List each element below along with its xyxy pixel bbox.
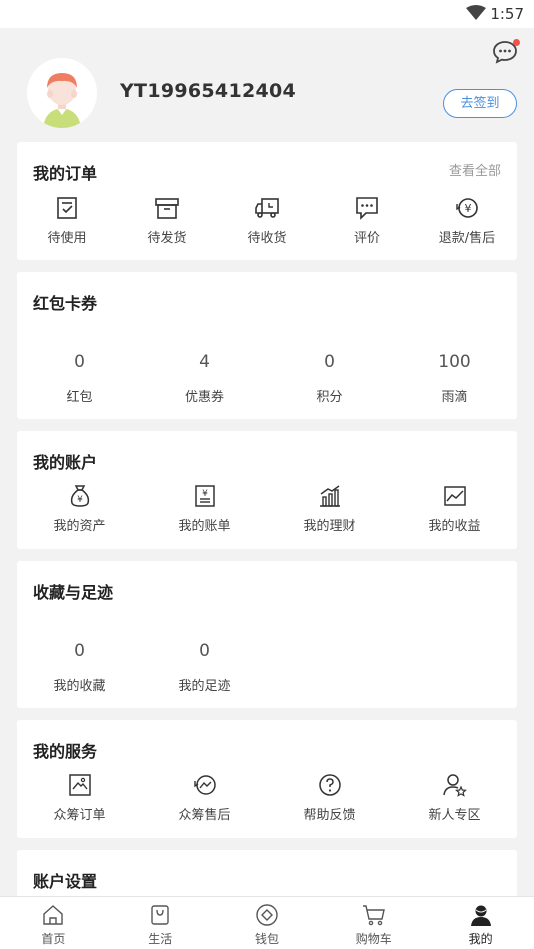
tab-mine[interactable]: 我的 [427, 897, 534, 949]
avatar[interactable] [27, 58, 97, 128]
coupons-card: 红包卡券 0 红包 4 优惠券 0 积分 100 雨滴 [17, 272, 517, 419]
clipboard-check-icon [57, 197, 77, 219]
wallet-icon [256, 904, 278, 926]
person-icon [470, 905, 491, 926]
new-user-icon [442, 774, 467, 797]
username: YT19965412404 [120, 80, 297, 102]
orders-card: 我的订单 查看全部 待使用 待发货 待收货 评价 ¥ 退款/售后 [17, 142, 517, 260]
home-icon [43, 905, 64, 925]
account-bills[interactable]: ¥ 我的账单 [142, 483, 267, 534]
view-all-orders-link[interactable]: 查看全部 [449, 160, 501, 179]
status-bar: 1:57 [0, 0, 534, 28]
service-new-user-zone[interactable]: 新人专区 [392, 772, 517, 823]
truck-icon [255, 198, 279, 218]
svg-text:¥: ¥ [465, 202, 472, 215]
settings-title: 账户设置 [33, 872, 98, 891]
help-icon [318, 774, 341, 796]
coupon-points[interactable]: 0 积分 [267, 352, 392, 405]
profile-header: YT19965412404 去签到 [0, 28, 534, 142]
my-favorites[interactable]: 0 我的收藏 [17, 641, 142, 694]
orders-title: 我的订单 [33, 164, 98, 183]
order-refund[interactable]: ¥ 退款/售后 [417, 195, 517, 246]
line-chart-icon [443, 486, 466, 506]
comment-icon [356, 197, 378, 220]
order-pending-use[interactable]: 待使用 [17, 195, 117, 246]
order-review[interactable]: 评价 [317, 195, 417, 246]
svg-text:¥: ¥ [77, 495, 83, 505]
coupon-red-packet[interactable]: 0 红包 [17, 352, 142, 405]
wifi-icon [466, 5, 486, 20]
notification-dot [513, 39, 520, 46]
coupon-discount[interactable]: 4 优惠券 [142, 352, 267, 405]
tab-life[interactable]: 生活 [107, 897, 214, 949]
order-pending-ship[interactable]: 待发货 [117, 195, 217, 246]
favorites-title: 收藏与足迹 [33, 583, 114, 602]
account-card: 我的账户 ¥ 我的资产 ¥ 我的账单 我的理财 我的收益 [17, 431, 517, 549]
bar-chart-icon [319, 485, 340, 507]
favorites-card: 收藏与足迹 0 我的收藏 0 我的足迹 [17, 561, 517, 708]
services-title: 我的服务 [33, 742, 98, 761]
refund-icon: ¥ [456, 198, 478, 218]
account-assets[interactable]: ¥ 我的资产 [17, 483, 142, 534]
tab-home[interactable]: 首页 [0, 897, 107, 949]
coupon-raindrops[interactable]: 100 雨滴 [392, 352, 517, 405]
cart-icon [362, 905, 385, 926]
crowdfund-service-icon [193, 775, 216, 795]
crowdfund-order-icon [68, 774, 91, 796]
signin-button[interactable]: 去签到 [443, 89, 517, 118]
services-card: 我的服务 众筹订单 众筹售后 帮助反馈 新人专区 [17, 720, 517, 838]
account-title: 我的账户 [33, 453, 98, 472]
service-crowdfund-orders[interactable]: 众筹订单 [17, 772, 142, 823]
box-icon [155, 198, 179, 219]
bill-icon: ¥ [194, 485, 215, 507]
status-time: 1:57 [490, 5, 524, 23]
service-help-feedback[interactable]: 帮助反馈 [267, 772, 392, 823]
svg-text:¥: ¥ [202, 489, 208, 499]
tab-wallet[interactable]: 钱包 [214, 897, 321, 949]
account-finance[interactable]: 我的理财 [267, 483, 392, 534]
tab-cart[interactable]: 购物车 [320, 897, 427, 949]
coupons-title: 红包卡券 [33, 294, 98, 313]
bottom-tab-bar: 首页 生活 钱包 购物车 我的 [0, 896, 534, 949]
account-earnings[interactable]: 我的收益 [392, 483, 517, 534]
shopping-bag-icon [151, 905, 169, 925]
money-bag-icon: ¥ [70, 485, 89, 507]
my-footprints[interactable]: 0 我的足迹 [142, 641, 267, 694]
service-crowdfund-aftersale[interactable]: 众筹售后 [142, 772, 267, 823]
order-pending-receive[interactable]: 待收货 [217, 195, 317, 246]
